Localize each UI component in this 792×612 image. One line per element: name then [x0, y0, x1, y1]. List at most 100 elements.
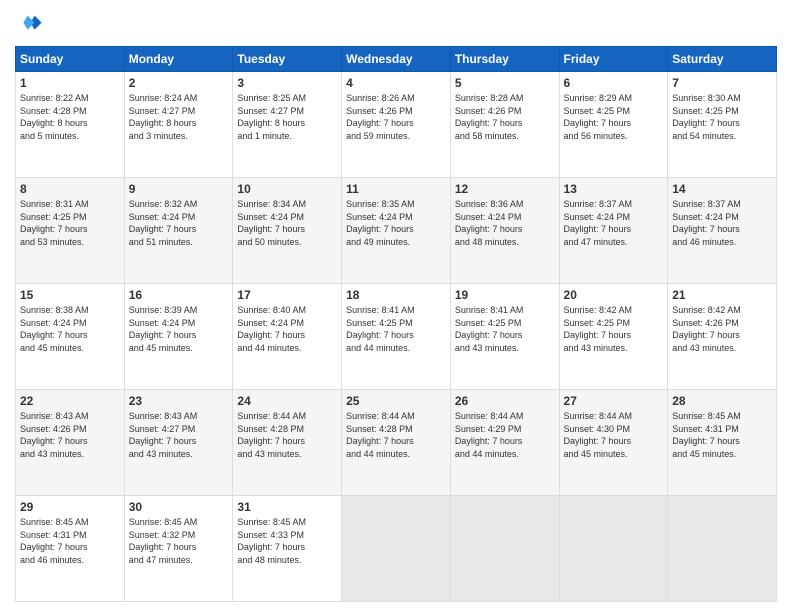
dow-header: Friday — [559, 47, 668, 72]
calendar-week: 15 Sunrise: 8:38 AMSunset: 4:24 PMDayligh… — [16, 284, 777, 390]
calendar-cell: 6Sunrise: 8:29 AMSunset: 4:25 PMDaylight… — [559, 72, 668, 178]
calendar-cell — [342, 496, 451, 602]
calendar-cell: 30 Sunrise: 8:45 AMSunset: 4:32 PMDayligh… — [124, 496, 233, 602]
day-number: 20 — [564, 288, 664, 302]
calendar-cell — [559, 496, 668, 602]
day-number: 27 — [564, 394, 664, 408]
day-number: 8 — [20, 182, 120, 196]
day-number: 16 — [129, 288, 229, 302]
calendar-cell: 21Sunrise: 8:42 AMSunset: 4:26 PMDayligh… — [668, 284, 777, 390]
calendar-cell: 26 Sunrise: 8:44 AMSunset: 4:29 PMDayligh… — [450, 390, 559, 496]
day-info: Sunrise: 8:22 AMSunset: 4:28 PMDaylight:… — [20, 92, 120, 142]
day-number: 26 — [455, 394, 555, 408]
dow-header: Thursday — [450, 47, 559, 72]
calendar-cell — [668, 496, 777, 602]
day-info: Sunrise: 8:39 AMSunset: 4:24 PMDaylight:… — [129, 304, 229, 354]
calendar-cell: 12Sunrise: 8:36 AMSunset: 4:24 PMDayligh… — [450, 178, 559, 284]
day-number: 12 — [455, 182, 555, 196]
day-number: 15 — [20, 288, 120, 302]
day-number: 7 — [672, 76, 772, 90]
calendar-cell: 22Sunrise: 8:43 AMSunset: 4:26 PMDayligh… — [16, 390, 125, 496]
day-number: 22 — [20, 394, 120, 408]
calendar-cell: 7 Sunrise: 8:30 AMSunset: 4:25 PMDaylight… — [668, 72, 777, 178]
calendar-week: 22Sunrise: 8:43 AMSunset: 4:26 PMDayligh… — [16, 390, 777, 496]
calendar-cell: 17 Sunrise: 8:40 AMSunset: 4:24 PMDayligh… — [233, 284, 342, 390]
calendar-cell: 19Sunrise: 8:41 AMSunset: 4:25 PMDayligh… — [450, 284, 559, 390]
calendar-week: 1Sunrise: 8:22 AMSunset: 4:28 PMDaylight… — [16, 72, 777, 178]
day-info: Sunrise: 8:44 AMSunset: 4:28 PMDaylight:… — [237, 410, 337, 460]
calendar-cell: 8 Sunrise: 8:31 AMSunset: 4:25 PMDaylight… — [16, 178, 125, 284]
day-info: Sunrise: 8:41 AMSunset: 4:25 PMDaylight:… — [455, 304, 555, 354]
day-number: 29 — [20, 500, 120, 514]
dow-header: Tuesday — [233, 47, 342, 72]
day-number: 9 — [129, 182, 229, 196]
dow-header: Saturday — [668, 47, 777, 72]
logo-icon — [15, 10, 43, 38]
day-info: Sunrise: 8:45 AMSunset: 4:31 PMDaylight:… — [20, 516, 120, 566]
day-info: Sunrise: 8:45 AMSunset: 4:32 PMDaylight:… — [129, 516, 229, 566]
day-info: Sunrise: 8:35 AMSunset: 4:24 PMDaylight:… — [346, 198, 446, 248]
calendar-cell: 10Sunrise: 8:34 AMSunset: 4:24 PMDayligh… — [233, 178, 342, 284]
calendar-cell: 20 Sunrise: 8:42 AMSunset: 4:25 PMDayligh… — [559, 284, 668, 390]
calendar-cell: 9 Sunrise: 8:32 AMSunset: 4:24 PMDaylight… — [124, 178, 233, 284]
day-info: Sunrise: 8:42 AMSunset: 4:25 PMDaylight:… — [564, 304, 664, 354]
logo — [15, 10, 47, 38]
day-number: 30 — [129, 500, 229, 514]
day-info: Sunrise: 8:28 AMSunset: 4:26 PMDaylight:… — [455, 92, 555, 142]
dow-header: Monday — [124, 47, 233, 72]
day-info: Sunrise: 8:37 AMSunset: 4:24 PMDaylight:… — [672, 198, 772, 248]
dow-header: Sunday — [16, 47, 125, 72]
day-number: 6 — [564, 76, 664, 90]
calendar-week: 29 Sunrise: 8:45 AMSunset: 4:31 PMDayligh… — [16, 496, 777, 602]
calendar-cell: 3 Sunrise: 8:25 AMSunset: 4:27 PMDaylight… — [233, 72, 342, 178]
day-info: Sunrise: 8:26 AMSunset: 4:26 PMDaylight:… — [346, 92, 446, 142]
day-info: Sunrise: 8:40 AMSunset: 4:24 PMDaylight:… — [237, 304, 337, 354]
day-number: 21 — [672, 288, 772, 302]
calendar-cell: 4 Sunrise: 8:26 AMSunset: 4:26 PMDaylight… — [342, 72, 451, 178]
dow-header: Wednesday — [342, 47, 451, 72]
day-number: 3 — [237, 76, 337, 90]
calendar-cell: 1Sunrise: 8:22 AMSunset: 4:28 PMDaylight… — [16, 72, 125, 178]
day-info: Sunrise: 8:24 AMSunset: 4:27 PMDaylight:… — [129, 92, 229, 142]
day-number: 28 — [672, 394, 772, 408]
calendar-cell: 18 Sunrise: 8:41 AMSunset: 4:25 PMDayligh… — [342, 284, 451, 390]
calendar-cell: 14 Sunrise: 8:37 AMSunset: 4:24 PMDayligh… — [668, 178, 777, 284]
day-info: Sunrise: 8:31 AMSunset: 4:25 PMDaylight:… — [20, 198, 120, 248]
day-info: Sunrise: 8:45 AMSunset: 4:33 PMDaylight:… — [237, 516, 337, 566]
days-of-week-row: SundayMondayTuesdayWednesdayThursdayFrid… — [16, 47, 777, 72]
day-info: Sunrise: 8:37 AMSunset: 4:24 PMDaylight:… — [564, 198, 664, 248]
day-number: 23 — [129, 394, 229, 408]
calendar-cell: 13 Sunrise: 8:37 AMSunset: 4:24 PMDayligh… — [559, 178, 668, 284]
day-info: Sunrise: 8:44 AMSunset: 4:29 PMDaylight:… — [455, 410, 555, 460]
calendar-cell: 24 Sunrise: 8:44 AMSunset: 4:28 PMDayligh… — [233, 390, 342, 496]
day-info: Sunrise: 8:38 AMSunset: 4:24 PMDaylight:… — [20, 304, 120, 354]
day-number: 17 — [237, 288, 337, 302]
page: SundayMondayTuesdayWednesdayThursdayFrid… — [0, 0, 792, 612]
calendar-cell: 28 Sunrise: 8:45 AMSunset: 4:31 PMDayligh… — [668, 390, 777, 496]
day-info: Sunrise: 8:25 AMSunset: 4:27 PMDaylight:… — [237, 92, 337, 142]
day-number: 13 — [564, 182, 664, 196]
day-number: 24 — [237, 394, 337, 408]
day-info: Sunrise: 8:44 AMSunset: 4:28 PMDaylight:… — [346, 410, 446, 460]
calendar-week: 8 Sunrise: 8:31 AMSunset: 4:25 PMDaylight… — [16, 178, 777, 284]
day-info: Sunrise: 8:41 AMSunset: 4:25 PMDaylight:… — [346, 304, 446, 354]
day-number: 11 — [346, 182, 446, 196]
calendar-cell: 16 Sunrise: 8:39 AMSunset: 4:24 PMDayligh… — [124, 284, 233, 390]
calendar-cell: 5Sunrise: 8:28 AMSunset: 4:26 PMDaylight… — [450, 72, 559, 178]
day-number: 4 — [346, 76, 446, 90]
day-number: 14 — [672, 182, 772, 196]
day-info: Sunrise: 8:32 AMSunset: 4:24 PMDaylight:… — [129, 198, 229, 248]
day-number: 31 — [237, 500, 337, 514]
day-info: Sunrise: 8:45 AMSunset: 4:31 PMDaylight:… — [672, 410, 772, 460]
calendar-cell: 29 Sunrise: 8:45 AMSunset: 4:31 PMDayligh… — [16, 496, 125, 602]
calendar-cell — [450, 496, 559, 602]
day-number: 18 — [346, 288, 446, 302]
day-info: Sunrise: 8:30 AMSunset: 4:25 PMDaylight:… — [672, 92, 772, 142]
calendar-cell: 25 Sunrise: 8:44 AMSunset: 4:28 PMDayligh… — [342, 390, 451, 496]
day-number: 25 — [346, 394, 446, 408]
calendar-cell: 31 Sunrise: 8:45 AMSunset: 4:33 PMDayligh… — [233, 496, 342, 602]
calendar-cell: 23Sunrise: 8:43 AMSunset: 4:27 PMDayligh… — [124, 390, 233, 496]
calendar: SundayMondayTuesdayWednesdayThursdayFrid… — [15, 46, 777, 602]
calendar-cell: 27Sunrise: 8:44 AMSunset: 4:30 PMDayligh… — [559, 390, 668, 496]
day-number: 10 — [237, 182, 337, 196]
